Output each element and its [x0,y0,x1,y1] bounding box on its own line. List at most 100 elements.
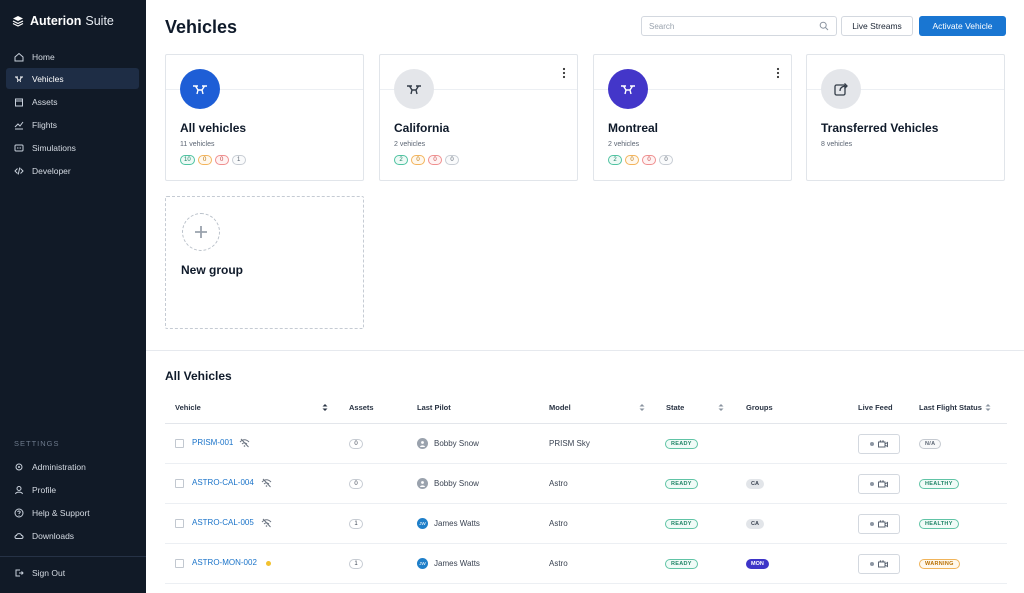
column-header-state[interactable]: State [666,403,684,412]
row-checkbox[interactable] [175,479,184,488]
group-card-montreal[interactable]: Montreal 2 vehicles 2 0 0 0 [593,54,792,181]
healthy-count-pill: 2 [394,155,408,165]
live-streams-button[interactable]: Live Streams [841,16,913,36]
section-divider [146,350,1024,351]
live-dot [870,562,874,566]
wifi-off-icon [261,478,272,488]
row-checkbox[interactable] [175,519,184,528]
group-avatar [821,69,861,109]
column-label: Last Flight Status [919,403,982,412]
group-name: Montreal [608,121,659,135]
user-icon [420,481,425,487]
group-card-transferred[interactable]: Transferred Vehicles 8 vehicles [806,54,1005,181]
chart-icon [14,121,24,129]
sort-icon [985,404,991,411]
sidebar-item-label: Profile [32,484,57,495]
vehicle-model: Astro [549,559,568,568]
vehicle-link[interactable]: ASTRO-CAL-005 [192,518,254,527]
pilot-avatar [417,438,428,449]
drone-icon [193,85,207,95]
state-badge: READY [665,559,698,569]
search-input[interactable] [641,16,837,36]
sidebar-item-profile[interactable]: Profile [6,479,139,500]
more-options-icon[interactable] [775,67,781,79]
group-avatar [394,69,434,109]
pilot-avatar: JW [417,518,428,529]
flight-status-badge: HEALTHY [919,519,959,529]
sidebar-divider [0,556,146,557]
table-title: All Vehicles [165,369,232,383]
sidebar-item-simulations[interactable]: Simulations [6,137,139,158]
column-header-last-flight-status[interactable]: Last Flight Status [919,403,991,412]
error-count-pill: 0 [428,155,442,165]
column-header-live-feed[interactable]: Live Feed [858,403,893,412]
assets-count: 0 [349,479,363,489]
sidebar-item-assets[interactable]: Assets [6,91,139,112]
live-feed-button[interactable] [858,474,900,494]
sidebar-item-developer[interactable]: Developer [6,160,139,181]
sidebar-item-help[interactable]: Help & Support [6,502,139,523]
brand-logo[interactable]: Auterion Suite [12,12,114,30]
sidebar-item-label: Simulations [32,142,76,153]
sidebar-item-label: Flights [32,119,58,130]
vehicle-count: 2 vehicles [394,141,426,148]
column-label: Vehicle [175,403,201,412]
new-group-card[interactable]: New group [165,196,364,329]
sign-out-button[interactable]: Sign Out [6,562,139,583]
row-checkbox[interactable] [175,559,184,568]
row-checkbox[interactable] [175,439,184,448]
sidebar-item-downloads[interactable]: Downloads [6,525,139,546]
error-count-pill: 0 [642,155,656,165]
column-label: Assets [349,403,374,412]
sidebar-item-label: Assets [32,96,58,107]
live-dot [870,442,874,446]
vehicle-link[interactable]: ASTRO-CAL-004 [192,478,254,487]
column-header-assets[interactable]: Assets [349,403,374,412]
table-row[interactable]: ASTRO-MON-002 1 JW James Watts Astro REA… [165,544,1007,584]
column-header-last-pilot[interactable]: Last Pilot [417,403,451,412]
camera-icon [878,480,888,488]
state-badge: READY [665,439,698,449]
activate-vehicle-button[interactable]: Activate Vehicle [919,16,1006,36]
column-header-model[interactable]: Model [549,403,571,412]
layers-logo-icon [12,16,24,27]
sidebar-item-label: Help & Support [32,507,90,518]
live-feed-button[interactable] [858,434,900,454]
warning-count-pill: 0 [197,155,212,165]
sidebar-item-administration[interactable]: Administration [6,456,139,477]
live-feed-button[interactable] [858,514,900,534]
sidebar-item-flights[interactable]: Flights [6,114,139,135]
pilot-avatar [417,478,428,489]
table-row[interactable]: ASTRO-CAL-005 1 JW James Watts Astro REA… [165,504,1007,544]
column-header-vehicle[interactable]: Vehicle [175,403,201,412]
vehicle-model: Astro [549,479,568,488]
column-label: Last Pilot [417,403,451,412]
group-badge: CA [746,519,764,529]
box-icon [15,98,23,106]
group-avatar [608,69,648,109]
column-header-groups[interactable]: Groups [746,403,773,412]
more-options-icon[interactable] [561,67,567,79]
group-card-california[interactable]: California 2 vehicles 2 0 0 0 [379,54,578,181]
sort-icon[interactable] [639,403,645,412]
assets-count: 0 [349,439,363,449]
assets-count: 1 [349,559,363,569]
group-card-all-vehicles[interactable]: All vehicles 11 vehicles 10 0 0 1 [165,54,364,181]
sim-icon [14,144,24,151]
state-badge: READY [665,479,698,489]
vehicle-link[interactable]: ASTRO-MON-002 [192,558,257,567]
vehicle-link[interactable]: PRISM-001 [192,438,233,447]
sort-active-icon[interactable] [322,403,328,412]
column-label: Model [549,403,571,412]
last-pilot: Bobby Snow [434,439,479,448]
live-feed-button[interactable] [858,554,900,574]
sidebar-item-vehicles[interactable]: Vehicles [6,68,139,89]
table-row[interactable]: ASTRO-CAL-004 0 Bobby Snow Astro READY C… [165,464,1007,504]
table-row[interactable]: PRISM-001 0 Bobby Snow PRISM Sky READY N… [165,424,1007,464]
sidebar-item-home[interactable]: Home [6,46,139,67]
sort-icon[interactable] [718,403,724,412]
vehicle-model: PRISM Sky [549,439,590,448]
group-avatar [180,69,220,109]
error-count-pill: 0 [214,155,229,165]
column-label: State [666,403,685,412]
